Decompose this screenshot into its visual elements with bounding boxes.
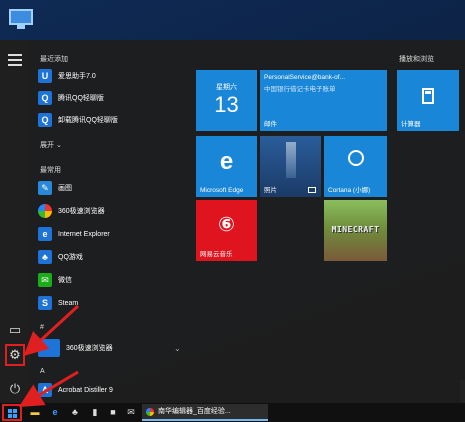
settings-gear-icon[interactable]: ⚙ <box>5 344 25 366</box>
mail-subject: 中国银行借记卡电子账单 <box>264 86 336 93</box>
qq-uninstall-icon: Q <box>38 113 52 127</box>
calendar-day: 星期六 <box>216 84 237 91</box>
aisi-icon: U <box>38 69 52 83</box>
app-item-acrobat[interactable]: A Acrobat Distiller 9 <box>38 380 188 400</box>
app-label: 画图 <box>58 185 72 192</box>
this-pc-icon[interactable] <box>6 6 36 32</box>
app-list: 最近添加 U 爱思助手7.0 Q 腾讯QQ轻聊版 Q 卸载腾讯QQ轻聊版 展开 … <box>32 40 192 403</box>
hash-header: # <box>40 324 44 331</box>
group-label-play: 播放和浏览 <box>399 56 434 63</box>
file-explorer-icon[interactable]: ▭ <box>6 321 24 339</box>
tile-photos[interactable]: 照片 <box>260 136 321 197</box>
app-label: 腾讯QQ轻聊版 <box>58 95 104 102</box>
hamburger-icon[interactable] <box>8 54 22 69</box>
ie-icon: e <box>38 227 52 241</box>
frequent-header: 最常用 <box>40 167 61 174</box>
tile-netease-music[interactable]: ⑥ 网易云音乐 <box>196 200 257 261</box>
edge-icon: e <box>219 148 234 175</box>
start-button[interactable] <box>2 404 22 421</box>
app-item-paint[interactable]: ✎ 画图 <box>38 178 188 198</box>
qq-penguin-icon: Q <box>38 91 52 105</box>
tile-label: Microsoft Edge <box>200 187 244 194</box>
app-item-360-browser[interactable]: 360极速浏览器 <box>38 201 188 221</box>
app-item-steam[interactable]: S Steam <box>38 293 188 313</box>
screen: ▭ ⚙ ⏻ 最近添加 U 爱思助手7.0 Q 腾讯QQ轻聊版 Q 卸载腾讯QQ轻… <box>0 0 465 422</box>
app-item-ie[interactable]: e Internet Explorer <box>38 224 188 244</box>
app-label: 微信 <box>58 277 72 284</box>
app-label: 360极速浏览器 <box>66 345 113 352</box>
photos-icon <box>308 187 316 193</box>
mail-taskbar-icon[interactable]: ✉ <box>124 406 138 419</box>
folder-icon <box>38 339 60 357</box>
store-taskbar-icon[interactable]: ■ <box>106 406 120 419</box>
tile-label: 计算器 <box>401 121 421 128</box>
paint-icon: ✎ <box>38 181 52 195</box>
calendar-date: 13 <box>214 92 239 117</box>
mail-sender: PersonalService@bank-of... <box>264 74 346 81</box>
360-browser-taskbar-icon <box>146 408 154 416</box>
app-label: QQ游戏 <box>58 254 83 261</box>
minecraft-logo: MINECRAFT <box>331 225 380 234</box>
tile-label: 照片 <box>264 187 277 194</box>
tile-label: 网易云音乐 <box>200 251 233 258</box>
tile-cortana[interactable]: Cortana (小娜) <box>324 136 387 197</box>
chevron-down-icon[interactable]: ⌄ <box>174 344 181 353</box>
app-label: Acrobat Distiller 9 <box>58 386 113 394</box>
windows-logo-icon <box>8 409 17 418</box>
wechat-icon: ✉ <box>38 273 52 287</box>
app-item-360-folder[interactable]: 360极速浏览器 <box>38 338 188 358</box>
app-item-wechat[interactable]: ✉ 微信 <box>38 270 188 290</box>
app-label: 360极速浏览器 <box>58 208 105 215</box>
app-item-qq-lite[interactable]: Q 腾讯QQ轻聊版 <box>38 88 188 108</box>
taskbar: ▬ e ♣ ▮ ■ ✉ 南华编辑器_百度经验... <box>0 403 465 422</box>
calculator-icon <box>422 88 434 104</box>
app-item-qq-uninstall[interactable]: Q 卸载腾讯QQ轻聊版 <box>38 110 188 130</box>
taskbar-app-title: 南华编辑器_百度经验... <box>158 408 231 415</box>
recent-header: 最近添加 <box>40 56 68 63</box>
ie-taskbar-icon[interactable]: e <box>48 406 62 419</box>
tile-label: 邮件 <box>264 121 277 128</box>
expand-button[interactable]: 展开 ⌄ <box>40 140 62 150</box>
app-label: 爱思助手7.0 <box>58 73 96 80</box>
tile-minecraft[interactable]: MINECRAFT <box>324 200 387 261</box>
file-explorer-taskbar-icon[interactable]: ▬ <box>28 406 42 419</box>
cortana-ring-icon <box>348 150 364 166</box>
steam-icon: S <box>38 296 52 310</box>
a-header: A <box>40 368 45 375</box>
app-label: 卸载腾讯QQ轻聊版 <box>58 117 118 124</box>
power-icon[interactable]: ⏻ <box>6 380 24 398</box>
qq-game-taskbar-icon[interactable]: ♣ <box>68 406 82 419</box>
tile-label: Cortana (小娜) <box>328 187 371 194</box>
calculator-taskbar-icon[interactable]: ▮ <box>88 406 102 419</box>
netease-icon: ⑥ <box>218 214 235 236</box>
app-label: Internet Explorer <box>58 230 110 238</box>
photos-image <box>286 142 296 178</box>
tile-calendar[interactable]: 星期六 13 <box>196 70 257 131</box>
qq-game-icon: ♣ <box>38 250 52 264</box>
start-menu: ▭ ⚙ ⏻ 最近添加 U 爱思助手7.0 Q 腾讯QQ轻聊版 Q 卸载腾讯QQ轻… <box>0 40 465 403</box>
app-item-qq-game[interactable]: ♣ QQ游戏 <box>38 247 188 267</box>
acrobat-icon: A <box>38 383 52 397</box>
tile-calculator[interactable]: 计算器 <box>397 70 459 131</box>
tile-mail[interactable]: PersonalService@bank-of... 中国银行借记卡电子账单 邮… <box>260 70 387 131</box>
start-rail: ▭ ⚙ ⏻ <box>0 40 30 403</box>
taskbar-active-app[interactable]: 南华编辑器_百度经验... <box>142 404 268 421</box>
tile-edge[interactable]: e Microsoft Edge <box>196 136 257 197</box>
app-item-aisi[interactable]: U 爱思助手7.0 <box>38 66 188 86</box>
app-label: Steam <box>58 299 79 307</box>
360-browser-icon <box>38 204 52 218</box>
window-edge <box>460 380 465 403</box>
